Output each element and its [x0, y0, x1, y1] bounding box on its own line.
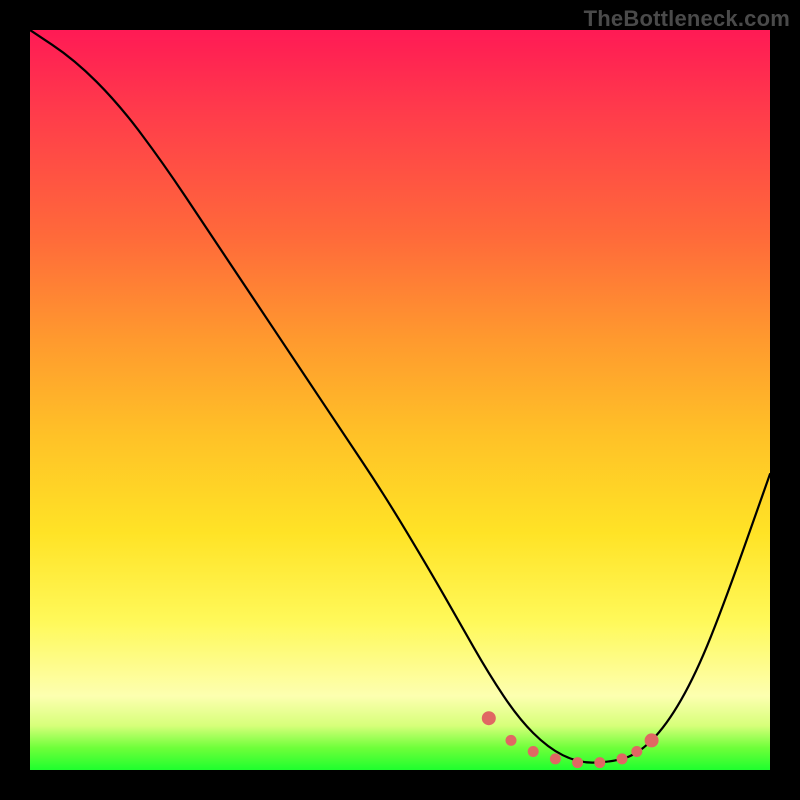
highlight-dot: [528, 746, 539, 757]
highlight-dot: [617, 753, 628, 764]
highlight-dot: [645, 733, 659, 747]
curve-layer: [30, 30, 770, 770]
chart-frame: TheBottleneck.com: [0, 0, 800, 800]
highlight-dot: [631, 746, 642, 757]
highlight-dot: [482, 711, 496, 725]
highlight-dot: [572, 757, 583, 768]
highlight-dot: [550, 753, 561, 764]
bottleneck-curve: [30, 30, 770, 763]
watermark-text: TheBottleneck.com: [584, 6, 790, 32]
highlight-dot: [594, 757, 605, 768]
highlight-dot: [506, 735, 517, 746]
plot-area: [30, 30, 770, 770]
